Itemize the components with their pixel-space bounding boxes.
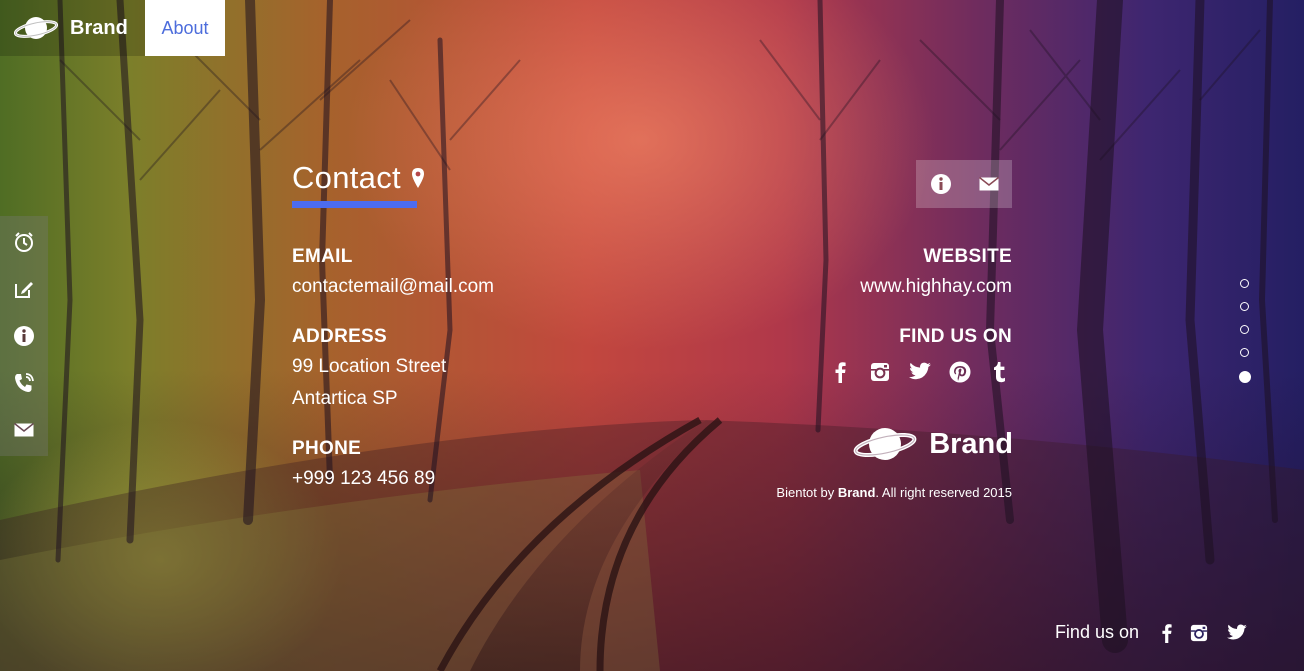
brand-link[interactable]: Brand	[0, 0, 145, 56]
copyright-brand: Brand	[837, 485, 876, 500]
brand-name: Brand	[70, 16, 128, 39]
sidebar-item-alarm[interactable]	[8, 226, 40, 258]
email-value[interactable]: contactemail@mail.com	[292, 276, 494, 298]
phone-label: PHONE	[292, 438, 362, 459]
mail-toggle-icon[interactable]	[978, 177, 999, 191]
footer-brand: Brand	[853, 420, 1013, 468]
edit-icon	[15, 281, 33, 298]
mail-icon	[14, 423, 34, 437]
contact-title-underline	[292, 201, 417, 208]
website-link[interactable]: www.highhay.com	[860, 276, 1012, 298]
sidebar-item-mail[interactable]	[8, 414, 40, 446]
sidebar-item-phone[interactable]	[8, 367, 40, 399]
website-label: WEBSITE	[923, 246, 1012, 267]
sidebar-item-info[interactable]	[8, 320, 40, 352]
facebook-icon[interactable]	[828, 360, 852, 384]
copyright-text: Bientot by Brand. All right reserved 201…	[776, 485, 1012, 500]
left-sidebar	[0, 216, 48, 456]
contact-heading: Contact	[292, 160, 425, 196]
page-dot-3[interactable]	[1240, 325, 1249, 334]
phone-icon	[15, 373, 34, 393]
contact-title-text: Contact	[292, 160, 401, 195]
find-us-label: FIND US ON	[899, 326, 1012, 347]
hero-background: Brand About Contact EMAIL contactemail@m…	[0, 0, 1304, 671]
phone-value[interactable]: +999 123 456 89	[292, 468, 435, 490]
info-icon	[14, 325, 34, 346]
copyright-suffix: . All right reserved 2015	[875, 485, 1012, 500]
social-links	[828, 360, 1012, 384]
instagram-icon[interactable]	[868, 360, 892, 384]
section-pagination	[1238, 279, 1251, 383]
planet-logo-icon	[853, 428, 917, 460]
page-dot-2[interactable]	[1240, 302, 1249, 311]
page-dot-5-active[interactable]	[1238, 371, 1251, 383]
page-dot-1[interactable]	[1240, 279, 1249, 288]
twitter-icon[interactable]	[908, 360, 932, 384]
tumblr-icon[interactable]	[988, 360, 1012, 384]
alarm-icon	[15, 231, 33, 252]
info-toggle-icon[interactable]	[930, 173, 952, 195]
footer-brand-name: Brand	[929, 427, 1013, 460]
instagram-icon[interactable]	[1190, 624, 1208, 642]
twitter-icon[interactable]	[1226, 624, 1248, 642]
forest-background-image	[0, 0, 1304, 671]
about-link[interactable]: About	[145, 0, 225, 56]
bottom-find-us-label: Find us on	[1054, 622, 1139, 642]
contact-toggle-group	[916, 160, 1012, 208]
facebook-icon[interactable]	[1161, 623, 1172, 643]
address-line-2: Antartica SP	[292, 388, 398, 409]
copyright-prefix: Bientot by	[776, 485, 838, 500]
planet-logo-icon	[14, 17, 58, 39]
pinterest-icon[interactable]	[948, 360, 972, 384]
page-dot-4[interactable]	[1240, 348, 1249, 357]
email-label: EMAIL	[292, 246, 353, 267]
address-label: ADDRESS	[292, 326, 388, 347]
top-navbar: Brand About	[0, 0, 225, 56]
bottom-social-bar: Find us on	[1055, 622, 1248, 643]
sidebar-item-edit[interactable]	[8, 273, 40, 305]
address-line-1: 99 Location Street	[292, 356, 447, 377]
location-pin-icon	[411, 168, 424, 188]
